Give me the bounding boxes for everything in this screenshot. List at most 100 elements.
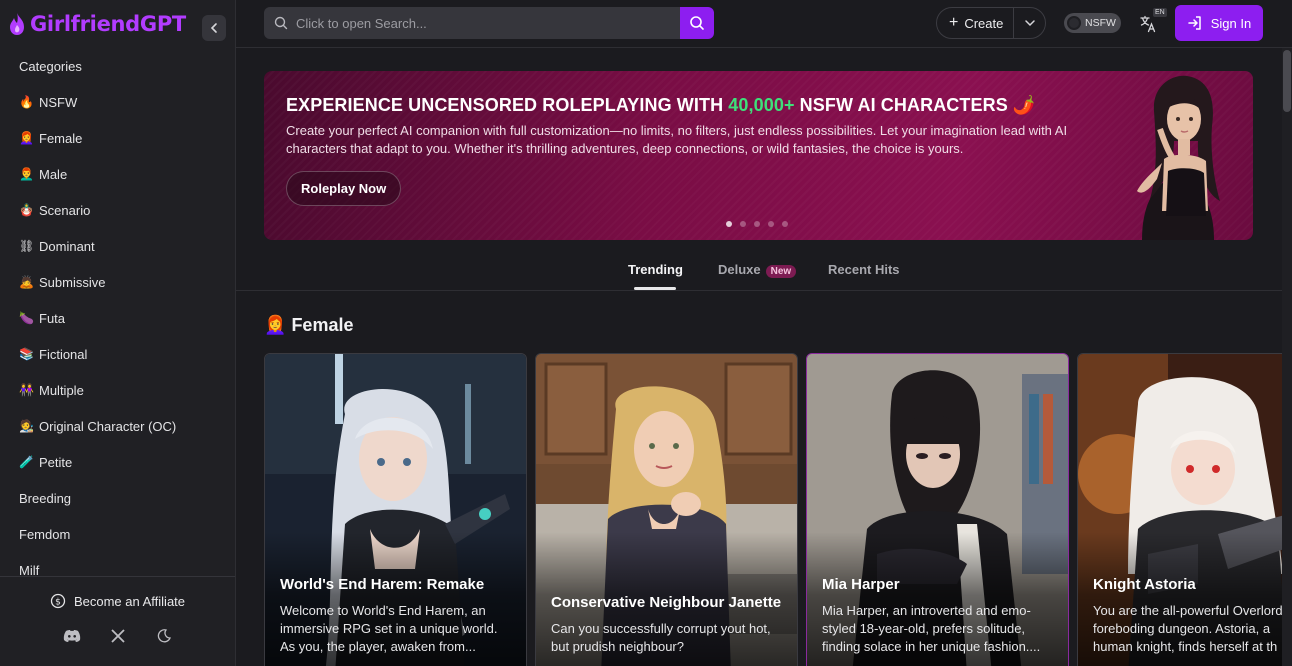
top-header: + Create NSFW EN Sign In [236,0,1292,48]
character-name: Knight Astoria [1093,576,1196,593]
category-emoji-icon: 🙇 [19,275,34,289]
sidebar-item-futa[interactable]: 🍆 Futa [0,300,235,336]
banner-title-highlight: 40,000+ [728,95,795,115]
category-emoji-icon: 🪆 [19,203,34,217]
sidebar-item-male[interactable]: 👨‍🦰 Male [0,156,235,192]
carousel-dot[interactable] [754,221,760,227]
sidebar-item-submissive[interactable]: 🙇 Submissive [0,264,235,300]
sidebar-item-original-character-oc[interactable]: 🧑‍🎨 Original Character (OC) [0,408,235,444]
carousel-dot[interactable] [740,221,746,227]
description-line: As you, the player, awaken from... [280,639,476,654]
description-line: immersive RPG set in a unique world. [280,621,498,636]
language-badge: EN [1153,8,1167,17]
active-tab-indicator [634,287,676,290]
description-line: styled 18-year-old, prefers solitude, [822,621,1026,636]
language-button[interactable]: EN [1139,8,1167,36]
description-line: foreboding dungeon. Astoria, a [1093,621,1271,636]
app-name: GirlfriendGPT [30,12,186,36]
sidebar-item-label: Petite [39,454,73,470]
category-emoji-icon: 🧪 [19,455,34,469]
nsfw-label: NSFW [1085,17,1116,29]
sidebar-item-label: Multiple [39,382,84,398]
sidebar-item-label: Female [39,130,83,146]
categories-heading: Categories [19,58,82,74]
create-button[interactable]: + Create [937,8,1015,38]
character-name: Conservative Neighbour Janette [551,594,782,611]
carousel-dot[interactable] [782,221,788,227]
carousel-dot[interactable] [768,221,774,227]
login-icon [1188,16,1201,30]
toggle-knob [1067,16,1081,30]
create-dropdown-button[interactable] [1014,19,1045,27]
chevron-left-icon [210,23,217,33]
character-card[interactable]: Mia Harper Mia Harper, an introverted an… [806,353,1069,666]
character-card[interactable]: World's End Harem: Remake Welcome to Wor… [264,353,527,666]
sidebar-item-female[interactable]: 👩‍🦰 Female [0,120,235,156]
banner-title: EXPERIENCE UNCENSORED ROLEPLAYING WITH 4… [286,95,1035,116]
page-scrollbar[interactable] [1282,48,1292,666]
x-twitter-icon[interactable] [109,627,127,645]
carousel-dot[interactable] [726,221,732,227]
category-emoji-icon: 👭 [19,383,34,397]
sidebar-footer: $ Become an Affiliate [0,576,235,666]
character-description: You are the all-powerful Overlord forebo… [1093,602,1282,656]
character-name: Mia Harper [822,576,900,593]
main-content: EXPERIENCE UNCENSORED ROLEPLAYING WITH 4… [236,49,1282,666]
search-icon [690,16,704,30]
section-emoji: 👩‍🦰 [264,315,287,335]
character-description: Can you successfully corrupt yout hot, b… [551,620,787,656]
sidebar-item-scenario[interactable]: 🪆 Scenario [0,192,235,228]
banner-title-text: EXPERIENCE UNCENSORED ROLEPLAYING WITH [286,95,729,115]
sidebar-item-label: NSFW [39,94,78,110]
sign-in-label: Sign In [1210,15,1252,31]
description-line: You are the all-powerful Overlord [1093,603,1282,618]
logo[interactable]: GirlfriendGPT [0,0,235,48]
moon-icon[interactable] [155,627,173,645]
sidebar-item-label: Femdom [19,526,71,542]
sidebar-item-label: Scenario [39,202,91,218]
section-title-text: Female [291,315,354,335]
sidebar-item-petite[interactable]: 🧪 Petite [0,444,235,480]
character-description: Mia Harper, an introverted and emo- styl… [822,602,1058,656]
character-name: World's End Harem: Remake [280,576,485,593]
promo-banner[interactable]: EXPERIENCE UNCENSORED ROLEPLAYING WITH 4… [264,71,1253,240]
collapse-sidebar-button[interactable] [202,15,226,41]
sidebar-item-femdom[interactable]: Femdom [0,516,235,552]
sidebar-item-breeding[interactable]: Breeding [0,480,235,516]
roleplay-now-button[interactable]: Roleplay Now [286,171,402,206]
tab-deluxe[interactable]: Deluxe New [718,262,797,278]
sidebar-item-label: Original Character (OC) [39,418,177,434]
category-emoji-icon: 🍆 [19,311,34,325]
search-input[interactable] [296,15,656,31]
description-line: Welcome to World's End Harem, an [280,603,486,618]
search-bar[interactable] [264,7,680,39]
sidebar-item-nsfw[interactable]: 🔥 NSFW [0,84,235,120]
character-description: Welcome to World's End Harem, an immersi… [280,602,516,656]
banner-character-image [1137,75,1220,240]
search-button[interactable] [680,7,714,39]
sign-in-button[interactable]: Sign In [1175,5,1263,41]
nsfw-toggle[interactable]: NSFW [1064,13,1121,33]
sidebar-item-label: Submissive [39,274,106,290]
scroll-thumb[interactable] [1283,50,1291,112]
category-emoji-icon: 👩‍🦰 [19,131,34,145]
svg-text:$: $ [55,598,61,608]
tab-deluxe-label: Deluxe [718,262,761,277]
sidebar-item-multiple[interactable]: 👭 Multiple [0,372,235,408]
character-card[interactable]: Conservative Neighbour Janette Can you s… [535,353,798,666]
description-line: human knight, finds herself at th [1093,639,1278,654]
sidebar-item-label: Male [39,166,68,182]
create-label: Create [964,15,1004,31]
description-line: Can you successfully corrupt yout hot, [551,621,771,636]
affiliate-link[interactable]: $ Become an Affiliate [0,577,235,625]
sidebar-item-fictional[interactable]: 📚 Fictional [0,336,235,372]
tab-trending[interactable]: Trending [628,262,683,277]
category-emoji-icon: 👨‍🦰 [19,167,34,181]
sidebar-item-dominant[interactable]: ⛓ Dominant [0,228,235,264]
sidebar-item-milf[interactable]: Milf [0,552,235,577]
discord-icon[interactable] [63,627,81,645]
tab-recent-hits[interactable]: Recent Hits [828,262,900,277]
character-card[interactable]: Knight Astoria You are the all-powerful … [1077,353,1282,666]
dollar-circle-icon: $ [50,593,66,609]
sidebar-item-label: Dominant [39,238,95,254]
